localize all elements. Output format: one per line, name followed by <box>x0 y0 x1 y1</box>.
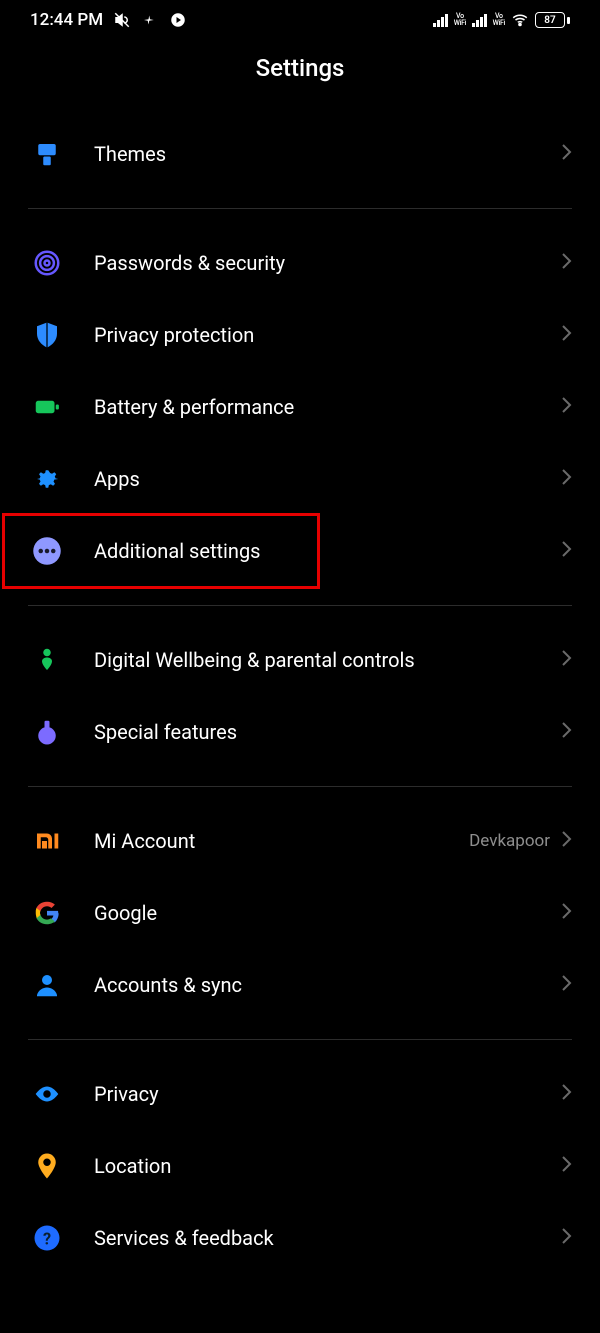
chevron-right-icon <box>560 901 572 925</box>
settings-item-services-feedback[interactable]: ? Services & feedback <box>0 1202 600 1274</box>
row-label: Accounts & sync <box>94 973 560 997</box>
row-label: Privacy protection <box>94 323 560 347</box>
chevron-right-icon <box>560 467 572 491</box>
settings-item-location[interactable]: Location <box>0 1130 600 1202</box>
person-icon <box>28 970 66 1000</box>
battery-indicator: 87 <box>535 12 570 28</box>
settings-item-privacy[interactable]: Privacy <box>0 1058 600 1130</box>
settings-item-accounts-sync[interactable]: Accounts & sync <box>0 949 600 1021</box>
row-label: Apps <box>94 467 560 491</box>
svg-text:?: ? <box>43 1229 51 1248</box>
section-divider <box>28 605 572 606</box>
chevron-right-icon <box>560 973 572 997</box>
settings-item-digital-wellbeing[interactable]: Digital Wellbeing & parental controls <box>0 624 600 696</box>
chevron-right-icon <box>560 648 572 672</box>
section-divider <box>28 1039 572 1040</box>
chevron-right-icon <box>560 1082 572 1106</box>
loop-icon <box>141 11 159 29</box>
play-circle-icon <box>169 11 187 29</box>
row-label: Google <box>94 901 560 925</box>
battery-percent: 87 <box>544 15 555 26</box>
status-left-cluster: 12:44 PM <box>30 10 187 30</box>
settings-item-privacy-protection[interactable]: Privacy protection <box>0 299 600 371</box>
settings-item-additional-settings[interactable]: Additional settings <box>0 515 600 587</box>
section-divider <box>28 786 572 787</box>
status-right-cluster: VoWiFi VoWiFi 87 <box>433 11 570 29</box>
row-label: Battery & performance <box>94 395 560 419</box>
row-label: Digital Wellbeing & parental controls <box>94 648 560 672</box>
battery-icon <box>28 392 66 422</box>
chevron-right-icon <box>560 395 572 419</box>
vowifi-1-icon: VoWiFi <box>454 13 466 27</box>
more-horizontal-icon <box>28 536 66 566</box>
section-divider <box>28 208 572 209</box>
row-label: Special features <box>94 720 560 744</box>
mi-logo-icon <box>28 826 66 856</box>
settings-item-themes[interactable]: Themes <box>0 118 600 190</box>
settings-item-apps[interactable]: Apps <box>0 443 600 515</box>
clock: 12:44 PM <box>30 10 103 30</box>
eye-icon <box>28 1079 66 1109</box>
chevron-right-icon <box>560 323 572 347</box>
row-label: Location <box>94 1154 560 1178</box>
chevron-right-icon <box>560 539 572 563</box>
mute-icon <box>113 11 131 29</box>
row-label: Mi Account <box>94 829 469 853</box>
row-label: Privacy <box>94 1082 560 1106</box>
chevron-right-icon <box>560 720 572 744</box>
themes-icon <box>28 139 66 169</box>
fingerprint-icon <box>28 248 66 278</box>
chevron-right-icon <box>560 829 572 853</box>
settings-item-passwords-security[interactable]: Passwords & security <box>0 227 600 299</box>
chevron-right-icon <box>560 1226 572 1250</box>
status-bar: 12:44 PM VoWiFi VoWiFi <box>0 0 600 36</box>
flask-icon <box>28 717 66 747</box>
signal-bars-1-icon <box>433 13 448 27</box>
heart-person-icon <box>28 645 66 675</box>
gear-icon <box>28 464 66 494</box>
location-pin-icon <box>28 1151 66 1181</box>
signal-bars-2-icon <box>472 13 487 27</box>
row-label: Themes <box>94 142 560 166</box>
settings-item-mi-account[interactable]: Mi Account Devkapoor <box>0 805 600 877</box>
settings-item-google[interactable]: Google <box>0 877 600 949</box>
help-circle-icon: ? <box>28 1223 66 1253</box>
chevron-right-icon <box>560 1154 572 1178</box>
row-label: Passwords & security <box>94 251 560 275</box>
chevron-right-icon <box>560 251 572 275</box>
chevron-right-icon <box>560 142 572 166</box>
wifi-icon <box>511 11 529 29</box>
settings-item-battery-performance[interactable]: Battery & performance <box>0 371 600 443</box>
row-value: Devkapoor <box>469 831 550 851</box>
shield-icon <box>28 320 66 350</box>
google-logo-icon <box>28 898 66 928</box>
vowifi-2-icon: VoWiFi <box>493 13 505 27</box>
row-label: Additional settings <box>94 539 560 563</box>
settings-item-special-features[interactable]: Special features <box>0 696 600 768</box>
row-label: Services & feedback <box>94 1226 560 1250</box>
page-title: Settings <box>0 36 600 118</box>
